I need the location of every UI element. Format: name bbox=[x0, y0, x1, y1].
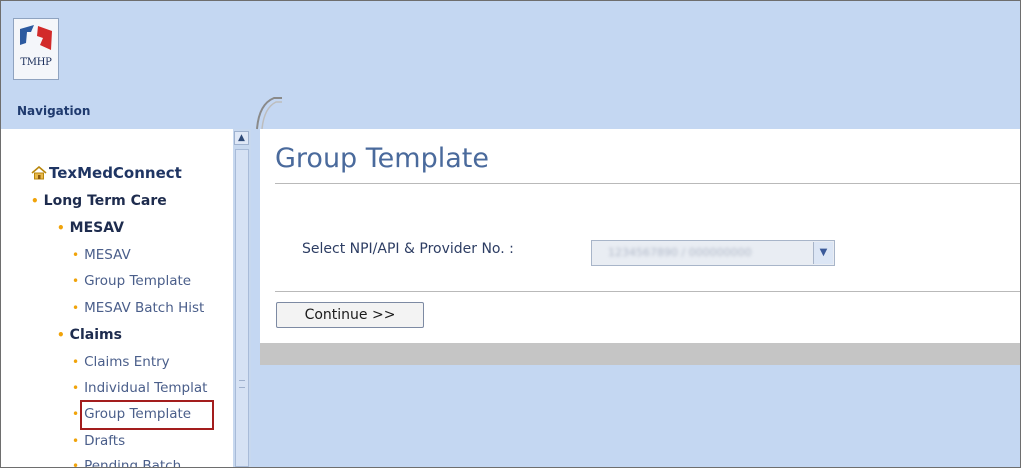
nav-item-mesav-group[interactable]: • MESAV bbox=[57, 220, 124, 236]
bullet-icon: • bbox=[72, 459, 80, 468]
bullet-icon: • bbox=[72, 274, 80, 288]
bullet-icon: • bbox=[57, 328, 65, 342]
nav-item-claims-group[interactable]: • Claims bbox=[57, 327, 122, 343]
content-footer-bar bbox=[260, 343, 1020, 365]
bullet-icon: • bbox=[72, 434, 80, 448]
page-title: Group Template bbox=[275, 143, 489, 174]
bullet-icon: • bbox=[31, 194, 39, 208]
nav-item-pending-batch[interactable]: • Pending Batch bbox=[72, 458, 182, 468]
main-content-panel: Group Template Select NPI/API & Provider… bbox=[260, 129, 1020, 343]
navigation-title: Navigation bbox=[17, 104, 91, 118]
bullet-icon: • bbox=[72, 355, 80, 369]
npi-select-label: Select NPI/API & Provider No. : bbox=[302, 241, 514, 257]
bullet-icon: • bbox=[72, 407, 80, 421]
home-icon bbox=[31, 166, 47, 180]
nav-item-mesav-batch-history[interactable]: • MESAV Batch Hist bbox=[72, 300, 204, 316]
nav-item-label: MESAV bbox=[84, 247, 131, 263]
bullet-icon: • bbox=[72, 301, 80, 315]
bullet-icon: • bbox=[72, 248, 80, 262]
nav-item-label: Drafts bbox=[84, 433, 126, 449]
nav-item-label: Claims bbox=[69, 327, 122, 343]
nav-item-long-term-care[interactable]: • Long Term Care bbox=[31, 193, 167, 209]
divider bbox=[275, 183, 1020, 184]
selected-item-highlight bbox=[80, 400, 214, 430]
divider bbox=[275, 291, 1020, 292]
continue-button[interactable]: Continue >> bbox=[276, 302, 424, 328]
nav-item-label: Long Term Care bbox=[43, 193, 167, 209]
nav-item-drafts[interactable]: • Drafts bbox=[72, 433, 125, 449]
tmhp-logo: TMHP bbox=[13, 18, 59, 80]
app-window: TMHP Navigation ▲ TexMedConnect • Long Te… bbox=[0, 0, 1021, 468]
logo-text: TMHP bbox=[20, 57, 52, 68]
nav-item-label: MESAV bbox=[69, 220, 124, 236]
nav-item-claims-entry[interactable]: • Claims Entry bbox=[72, 354, 170, 370]
panel-tab-curl-icon bbox=[256, 97, 282, 130]
bullet-icon: • bbox=[72, 381, 80, 395]
scroll-thumb[interactable] bbox=[235, 149, 249, 467]
nav-root-label: TexMedConnect bbox=[49, 164, 182, 182]
nav-item-label: Claims Entry bbox=[84, 354, 170, 370]
nav-item-mesav-group-template[interactable]: • Group Template bbox=[72, 273, 191, 289]
nav-root-texmedconnect[interactable]: TexMedConnect bbox=[31, 164, 182, 182]
nav-item-label: Pending Batch bbox=[84, 458, 182, 468]
nav-item-label: Individual Templat bbox=[84, 380, 208, 396]
scroll-grip bbox=[239, 380, 245, 388]
bullet-icon: • bbox=[57, 221, 65, 235]
npi-provider-select[interactable]: 1234567890 / 000000000 ▼ bbox=[591, 240, 835, 266]
nav-item-label: MESAV Batch Hist bbox=[84, 300, 205, 316]
chevron-down-icon[interactable]: ▼ bbox=[813, 242, 833, 264]
lower-background bbox=[260, 365, 1020, 467]
sidebar-scrollbar[interactable]: ▲ bbox=[233, 129, 251, 467]
nav-item-mesav[interactable]: • MESAV bbox=[72, 247, 131, 263]
nav-item-label: Group Template bbox=[84, 273, 192, 289]
nav-item-individual-template[interactable]: • Individual Templat bbox=[72, 380, 207, 396]
header: TMHP Navigation bbox=[1, 1, 1020, 130]
tmhp-logo-mark-icon bbox=[20, 25, 52, 50]
scroll-up-arrow-icon[interactable]: ▲ bbox=[234, 131, 249, 145]
npi-select-value: 1234567890 / 000000000 bbox=[608, 246, 752, 259]
